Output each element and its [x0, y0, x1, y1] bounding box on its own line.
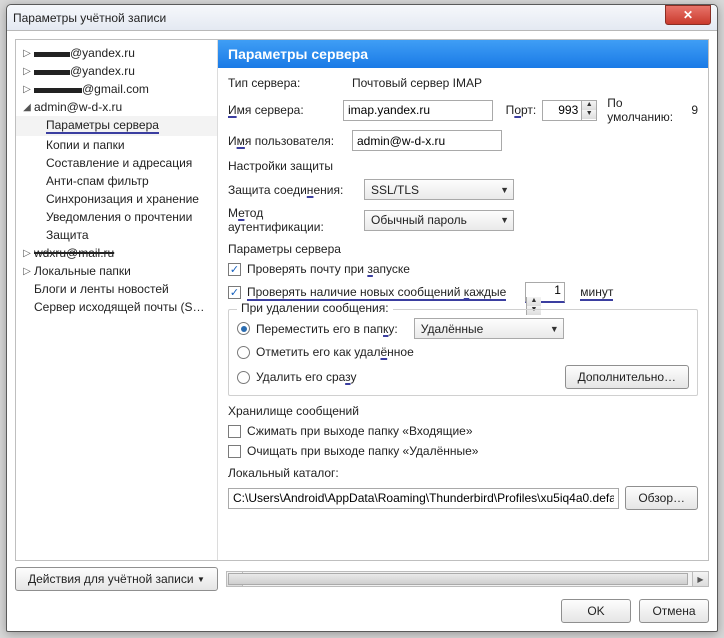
radio-move-label: Переместить его в папку:: [256, 322, 398, 336]
radio-mark-label: Отметить его как удалённое: [256, 345, 414, 359]
server-type-label: Тип сервера:: [228, 76, 346, 90]
tree-smtp[interactable]: Сервер исходящей почты (S…: [16, 298, 217, 316]
check-startup[interactable]: ✓: [228, 263, 241, 276]
ok-button[interactable]: OK: [561, 599, 631, 623]
account-actions-button[interactable]: Действия для учётной записи ▼: [15, 567, 218, 591]
check-empty-trash-label: Очищать при выходе папку «Удалённые»: [247, 444, 478, 458]
check-compress[interactable]: [228, 425, 241, 438]
move-folder-select[interactable]: Удалённые▼: [414, 318, 564, 339]
radio-delete-label: Удалить его сразу: [256, 370, 357, 384]
chevron-down-icon: ▼: [542, 324, 559, 334]
radio-delete-now[interactable]: [237, 371, 250, 384]
username-input[interactable]: [352, 130, 502, 151]
accounts-tree: ▷▬▬▬@yandex.ru ▷▬▬▬@yandex.ru ▷▬▬▬▬@gmai…: [16, 40, 218, 560]
expand-collapsed-icon[interactable]: ▷: [22, 266, 32, 277]
horizontal-scrollbar[interactable]: ◀ ▶: [226, 571, 709, 587]
scroll-right-icon[interactable]: ▶: [692, 572, 708, 586]
conn-security-label: Защита соединения:: [228, 183, 358, 197]
tree-account-2[interactable]: ▷▬▬▬@yandex.ru: [16, 62, 217, 80]
dialog-window: Параметры учётной записи ✕ ▷▬▬▬@yandex.r…: [6, 4, 718, 632]
check-interval-label: Проверять наличие новых сообщений каждые: [247, 285, 506, 301]
radio-move-folder[interactable]: [237, 322, 250, 335]
localdir-label: Локальный каталог:: [228, 466, 698, 480]
radio-mark-deleted[interactable]: [237, 346, 250, 359]
port-label: Порт:: [499, 103, 536, 117]
scroll-thumb[interactable]: [228, 573, 688, 585]
check-compress-label: Сжимать при выходе папку «Входящие»: [247, 424, 473, 438]
window-title: Параметры учётной записи: [13, 11, 166, 25]
settings-content: Тип сервера: Почтовый сервер IMAP Имя се…: [218, 68, 708, 520]
server-name-input[interactable]: [343, 100, 493, 121]
settings-pane: Параметры сервера Тип сервера: Почтовый …: [218, 40, 708, 560]
advanced-button[interactable]: Дополнительно…: [565, 365, 689, 389]
security-group-label: Настройки защиты: [228, 159, 698, 173]
spin-up-icon[interactable]: ▲: [527, 297, 541, 306]
expand-collapsed-icon[interactable]: ▷: [22, 248, 32, 259]
server-params-group-label: Параметры сервера: [228, 242, 698, 256]
port-default-value: 9: [691, 103, 698, 117]
browse-button[interactable]: Обзор…: [625, 486, 698, 510]
expand-collapsed-icon[interactable]: ▷: [22, 48, 32, 59]
tree-item-compose[interactable]: Составление и адресация: [16, 154, 217, 172]
check-startup-label: Проверять почту при запуске: [247, 262, 410, 276]
dialog-buttons: OK Отмена: [15, 591, 709, 623]
tree-local-folders[interactable]: ▷Локальные папки: [16, 262, 217, 280]
interval-unit: минут: [580, 285, 613, 301]
auth-method-select[interactable]: Обычный пароль▼: [364, 210, 514, 231]
chevron-down-icon: ▼: [492, 215, 509, 225]
username-label: Имя пользователя:: [228, 134, 346, 148]
client-area: ▷▬▬▬@yandex.ru ▷▬▬▬@yandex.ru ▷▬▬▬▬@gmai…: [15, 39, 709, 623]
tree-account-1[interactable]: ▷▬▬▬@yandex.ru: [16, 44, 217, 62]
bottom-bar: Действия для учётной записи ▼ ◀ ▶: [15, 561, 709, 591]
check-empty-trash[interactable]: [228, 445, 241, 458]
localdir-input[interactable]: [228, 488, 619, 509]
cancel-button[interactable]: Отмена: [639, 599, 709, 623]
tree-item-spam[interactable]: Анти-спам фильтр: [16, 172, 217, 190]
storage-group-label: Хранилище сообщений: [228, 404, 698, 418]
spin-up-icon[interactable]: ▲: [582, 101, 596, 110]
port-default-label: По умолчанию:: [607, 96, 685, 124]
delete-group: При удалении сообщения: Переместить его …: [228, 309, 698, 396]
tree-item-server-settings[interactable]: Параметры сервера: [16, 116, 217, 136]
chevron-down-icon: ▼: [197, 575, 205, 584]
tree-item-security[interactable]: Защита: [16, 226, 217, 244]
tree-blogs[interactable]: Блоги и ленты новостей: [16, 280, 217, 298]
interval-spinner[interactable]: ▲▼: [525, 282, 565, 303]
close-button[interactable]: ✕: [665, 5, 711, 25]
titlebar: Параметры учётной записи ✕: [7, 5, 717, 31]
port-spinner[interactable]: ▲▼: [542, 100, 597, 121]
port-input[interactable]: [543, 101, 581, 120]
conn-security-select[interactable]: SSL/TLS▼: [364, 179, 514, 200]
tree-account-5[interactable]: ▷wdxru@mail.ru: [16, 244, 217, 262]
server-type-value: Почтовый сервер IMAP: [352, 76, 482, 90]
tree-item-copies[interactable]: Копии и папки: [16, 136, 217, 154]
tree-account-3[interactable]: ▷▬▬▬▬@gmail.com: [16, 80, 217, 98]
chevron-down-icon: ▼: [492, 185, 509, 195]
main-area: ▷▬▬▬@yandex.ru ▷▬▬▬@yandex.ru ▷▬▬▬▬@gmai…: [15, 39, 709, 561]
auth-method-label: Метод аутентификации:: [228, 206, 358, 234]
pane-header: Параметры сервера: [218, 40, 708, 68]
expand-collapsed-icon[interactable]: ▷: [22, 66, 32, 77]
check-interval[interactable]: ✓: [228, 286, 241, 299]
interval-input[interactable]: [526, 283, 564, 297]
spin-down-icon[interactable]: ▼: [582, 110, 596, 119]
tree-item-sync[interactable]: Синхронизация и хранение: [16, 190, 217, 208]
tree-account-4[interactable]: ◢admin@w-d-x.ru: [16, 98, 217, 116]
expand-collapsed-icon[interactable]: ▷: [22, 84, 32, 95]
server-name-label: Имя сервера:: [228, 103, 337, 117]
tree-item-receipts[interactable]: Уведомления о прочтении: [16, 208, 217, 226]
expand-expanded-icon[interactable]: ◢: [22, 102, 32, 113]
delete-group-legend: При удалении сообщения:: [237, 301, 393, 315]
